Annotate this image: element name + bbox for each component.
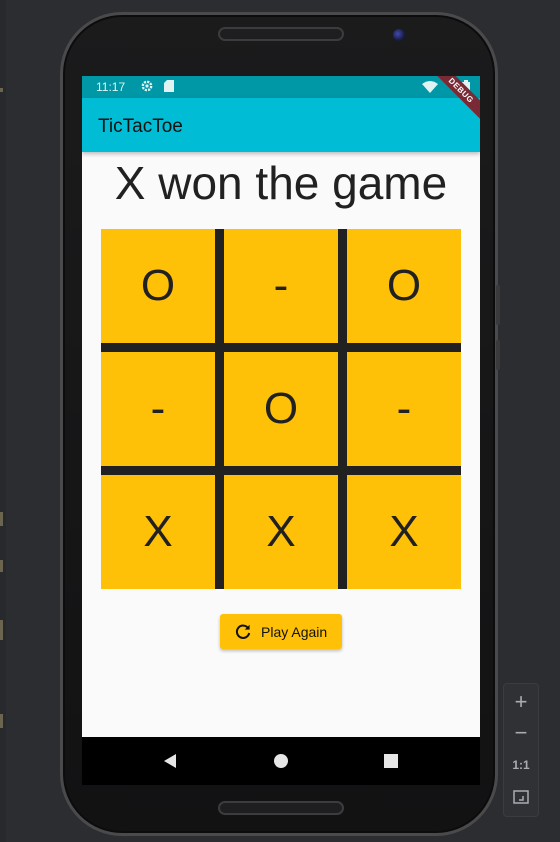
- gutter-marker: [0, 714, 3, 728]
- emulator-zoom-panel: + − 1:1: [503, 683, 539, 817]
- board-cell[interactable]: X: [347, 475, 461, 589]
- play-again-button[interactable]: Play Again: [220, 614, 342, 649]
- game-board: O - O - O - X X X: [101, 229, 461, 589]
- app-title: TicTacToe: [98, 116, 183, 137]
- wifi-icon: [422, 81, 438, 96]
- system-nav-bar: [82, 737, 480, 785]
- board-cell[interactable]: X: [101, 475, 215, 589]
- zoom-in-button[interactable]: +: [504, 687, 538, 717]
- back-icon: [164, 754, 176, 768]
- board-cell[interactable]: -: [101, 352, 215, 466]
- power-button: [496, 340, 500, 370]
- front-camera: [393, 29, 405, 41]
- status-time: 11:17: [96, 80, 126, 94]
- settings-gear-icon: [140, 79, 154, 96]
- game-status-text: X won the game: [114, 157, 448, 209]
- home-icon: [274, 754, 288, 768]
- ide-left-gutter: [0, 0, 6, 842]
- board-cell[interactable]: O: [347, 229, 461, 343]
- board-cell[interactable]: X: [224, 475, 338, 589]
- bottom-speaker: [218, 801, 344, 815]
- play-again-label: Play Again: [261, 623, 328, 640]
- sd-card-icon: [164, 80, 174, 95]
- fit-screen-icon: [513, 790, 529, 804]
- gutter-marker: [0, 560, 3, 572]
- board-cell[interactable]: O: [224, 352, 338, 466]
- app-screen: 11:17 TicTacToe DEBUG X won the game O -…: [82, 76, 480, 737]
- gutter-marker: [0, 620, 3, 640]
- fit-screen-button[interactable]: [504, 782, 538, 812]
- board-cell[interactable]: O: [101, 229, 215, 343]
- board-cell[interactable]: -: [347, 352, 461, 466]
- status-bar: 11:17: [82, 76, 480, 98]
- top-speaker: [218, 27, 344, 41]
- home-button[interactable]: [269, 749, 293, 773]
- recents-button[interactable]: [379, 749, 403, 773]
- refresh-icon: [234, 623, 252, 641]
- actual-size-button[interactable]: 1:1: [504, 750, 538, 780]
- board-cell[interactable]: -: [224, 229, 338, 343]
- app-bar: TicTacToe: [82, 98, 480, 152]
- back-button[interactable]: [158, 749, 182, 773]
- volume-button: [496, 285, 500, 325]
- recents-icon: [384, 754, 398, 768]
- gutter-marker: [0, 88, 3, 92]
- gutter-marker: [0, 512, 3, 526]
- zoom-out-button[interactable]: −: [504, 718, 538, 748]
